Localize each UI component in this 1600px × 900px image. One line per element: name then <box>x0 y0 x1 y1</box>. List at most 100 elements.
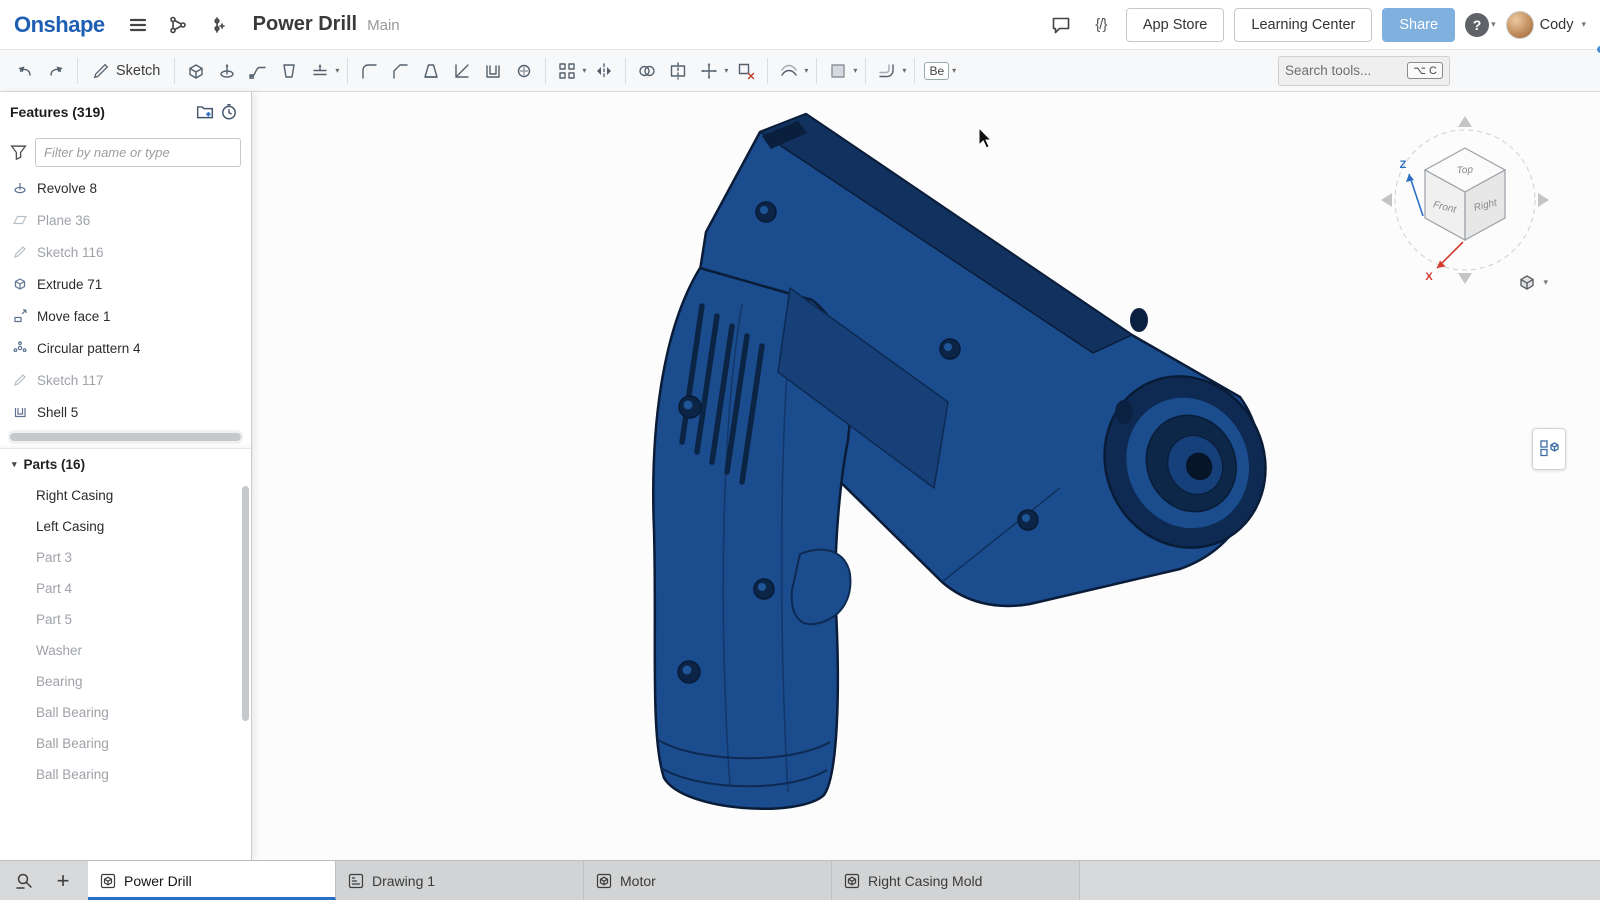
thicken-icon[interactable] <box>305 56 335 86</box>
search-tools-box[interactable]: ⌥ C <box>1278 56 1450 86</box>
mirror-icon[interactable] <box>589 56 619 86</box>
delete-part-icon[interactable] <box>731 56 761 86</box>
feature-item-sketch-117[interactable]: Sketch 117 <box>0 364 251 396</box>
versions-icon[interactable] <box>163 10 193 40</box>
user-name: Cody <box>1540 17 1574 33</box>
parts-list-flyout-button[interactable] <box>1532 428 1566 470</box>
part-item-ball-bearing-2[interactable]: Ball Bearing <box>0 728 251 759</box>
redo-icon[interactable] <box>41 56 71 86</box>
custom-feature-be-icon[interactable]: Be <box>921 56 952 86</box>
feature-item-extrude-71[interactable]: Extrude 71 <box>0 268 251 300</box>
feature-label: Plane 36 <box>37 213 90 228</box>
rotate-right-arrow[interactable] <box>1538 193 1549 207</box>
main-menu-icon[interactable] <box>123 10 153 40</box>
tab-label: Drawing 1 <box>372 873 435 889</box>
rollback-history-icon[interactable] <box>217 100 241 124</box>
help-icon[interactable]: ? <box>1465 13 1489 37</box>
chevron-down-icon[interactable]: ▾ <box>902 66 906 75</box>
part-label: Left Casing <box>36 519 104 534</box>
comments-icon[interactable] <box>1046 10 1076 40</box>
workspace-name[interactable]: Main <box>367 17 400 34</box>
rotate-left-arrow[interactable] <box>1381 193 1392 207</box>
tab-right-casing-mold[interactable]: Right Casing Mold <box>832 861 1080 900</box>
featurescript-icon[interactable]: {/} <box>1086 10 1116 40</box>
parts-grid-icon <box>1539 439 1559 459</box>
chamfer-icon[interactable] <box>385 56 415 86</box>
feature-filter-input[interactable] <box>35 138 241 167</box>
feature-item-revolve-8[interactable]: Revolve 8 <box>0 172 251 204</box>
toolbar-separator <box>865 58 866 84</box>
scrollbar-thumb[interactable] <box>10 433 241 441</box>
chevron-down-icon[interactable]: ▾ <box>804 66 808 75</box>
tab-label: Right Casing Mold <box>868 873 982 889</box>
app-store-button[interactable]: App Store <box>1126 8 1225 42</box>
part-item-ball-bearing-3[interactable]: Ball Bearing <box>0 759 251 790</box>
surface-icon[interactable] <box>823 56 853 86</box>
tab-drawing-1[interactable]: Drawing 1 <box>336 861 584 900</box>
onshape-app: Onshape Power Drill Main {/} App Store L… <box>0 0 1600 900</box>
tab-manager-icon[interactable] <box>10 866 40 896</box>
loft-icon[interactable] <box>274 56 304 86</box>
feature-item-sketch-116[interactable]: Sketch 116 <box>0 236 251 268</box>
user-avatar[interactable] <box>1506 11 1534 39</box>
features-horizontal-scrollbar[interactable] <box>8 430 243 444</box>
sweep-icon[interactable] <box>243 56 273 86</box>
hole-icon[interactable] <box>509 56 539 86</box>
linear-pattern-icon[interactable] <box>552 56 582 86</box>
learning-center-button[interactable]: Learning Center <box>1234 8 1372 42</box>
new-tab-button[interactable]: + <box>48 866 78 896</box>
part-item-part-3[interactable]: Part 3 <box>0 542 251 573</box>
draft-icon[interactable] <box>416 56 446 86</box>
part-item-bearing[interactable]: Bearing <box>0 666 251 697</box>
part-item-right-casing[interactable]: Right Casing <box>0 480 251 511</box>
rotate-down-arrow[interactable] <box>1458 273 1472 284</box>
offset-surface-icon[interactable] <box>774 56 804 86</box>
tab-motor[interactable]: Motor <box>584 861 832 900</box>
feature-item-plane-36[interactable]: Plane 36 <box>0 204 251 236</box>
user-menu[interactable]: Cody ▾ <box>1506 11 1586 39</box>
chevron-down-icon[interactable]: ▾ <box>952 66 956 75</box>
help-menu[interactable]: ? ▾ <box>1465 13 1496 37</box>
plane-icon <box>12 212 28 228</box>
chevron-down-icon[interactable]: ▾ <box>335 66 339 75</box>
chevron-down-icon[interactable]: ▾ <box>724 66 728 75</box>
sheet-metal-icon[interactable] <box>872 56 902 86</box>
shell-icon <box>12 404 28 420</box>
feature-item-circular-pattern-4[interactable]: Circular pattern 4 <box>0 332 251 364</box>
sketch-button[interactable]: Sketch <box>84 56 168 86</box>
tab-label: Power Drill <box>124 873 192 889</box>
boolean-icon[interactable] <box>632 56 662 86</box>
fillet-icon[interactable] <box>354 56 384 86</box>
feature-item-shell-5[interactable]: Shell 5 <box>0 396 251 428</box>
rib-icon[interactable] <box>447 56 477 86</box>
chevron-down-icon[interactable]: ▾ <box>582 66 586 75</box>
shell-icon[interactable] <box>478 56 508 86</box>
part-label: Bearing <box>36 674 83 689</box>
parts-section-header[interactable]: ▾ Parts (16) <box>0 448 251 480</box>
part-item-part-4[interactable]: Part 4 <box>0 573 251 604</box>
chevron-down-icon[interactable]: ▾ <box>853 66 857 75</box>
split-icon[interactable] <box>663 56 693 86</box>
part-item-washer[interactable]: Washer <box>0 635 251 666</box>
part-item-part-5[interactable]: Part 5 <box>0 604 251 635</box>
undo-icon[interactable] <box>10 56 40 86</box>
feature-item-move-face-1[interactable]: Move face 1 <box>0 300 251 332</box>
rotate-up-arrow[interactable] <box>1458 116 1472 127</box>
display-options-button[interactable]: ▾ <box>1517 272 1548 292</box>
transform-icon[interactable] <box>694 56 724 86</box>
extrude-icon[interactable] <box>181 56 211 86</box>
part-studio-icon <box>844 873 860 889</box>
onshape-logo[interactable]: Onshape <box>14 12 105 38</box>
parts-vertical-scrollbar[interactable] <box>242 486 249 721</box>
shaded-view-icon <box>1517 272 1537 292</box>
part-item-left-casing[interactable]: Left Casing <box>0 511 251 542</box>
document-tab-bar: + Power Drill Drawing 1 Motor Right Casi… <box>0 860 1600 900</box>
drill-model[interactable] <box>653 114 1293 809</box>
tab-power-drill[interactable]: Power Drill <box>88 861 336 900</box>
history-icon[interactable] <box>203 10 233 40</box>
revolve-icon[interactable] <box>212 56 242 86</box>
share-button[interactable]: Share <box>1382 8 1455 42</box>
search-tools-input[interactable] <box>1285 63 1402 78</box>
create-folder-icon[interactable] <box>193 100 217 124</box>
part-item-ball-bearing-1[interactable]: Ball Bearing <box>0 697 251 728</box>
